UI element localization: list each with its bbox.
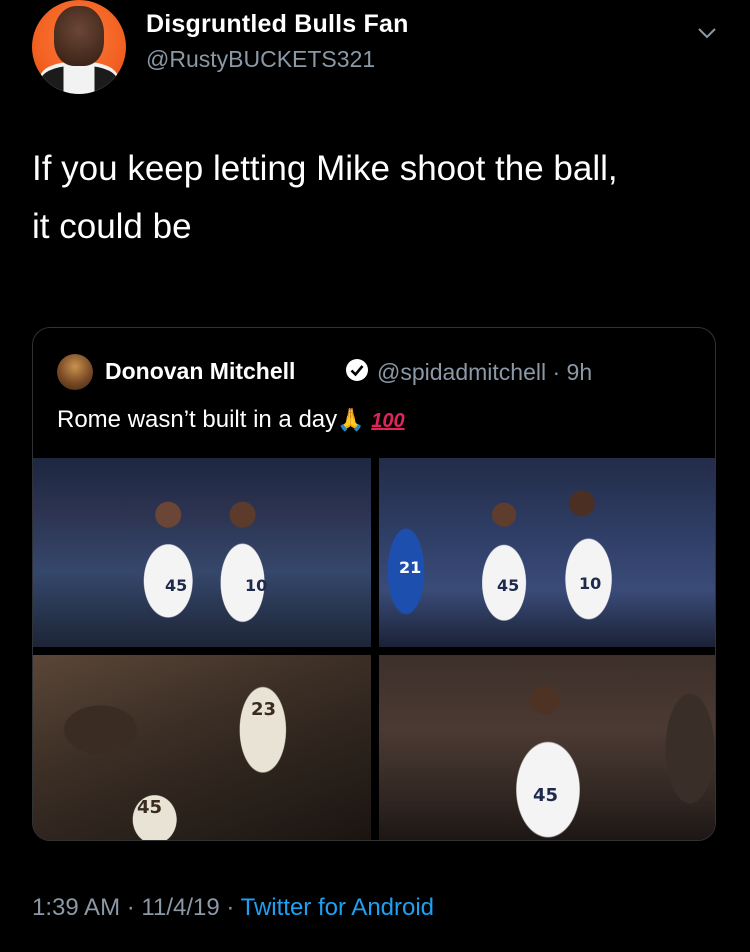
tweet-source-link[interactable]: Twitter for Android: [241, 894, 434, 921]
tweet-time: 1:39 AM: [32, 894, 121, 921]
separator-dot: ·: [126, 894, 135, 921]
author-handle[interactable]: @RustyBUCKETS321: [146, 46, 375, 73]
jersey-number: 10: [579, 574, 602, 593]
chevron-down-icon[interactable]: [696, 22, 718, 44]
jersey-number: 45: [533, 785, 559, 806]
photo-grid: 45 10 21 45 10 23 45 45: [33, 458, 715, 840]
quoted-author-handle-time: @spidadmitchell · 9h: [377, 359, 593, 385]
praying-hands-emoji: 🙏: [337, 407, 365, 432]
tweet-footer: 1:39 AM · 11/4/19 · Twitter for Android: [32, 894, 434, 922]
jersey-number: 21: [399, 558, 422, 577]
author-avatar[interactable]: [32, 0, 126, 94]
quoted-tweet-card[interactable]: Donovan Mitchell @spidadmitchell · 9h Ro…: [32, 327, 716, 841]
photo-1[interactable]: 45 10: [33, 458, 371, 647]
photo-3[interactable]: 23 45: [33, 655, 371, 840]
jersey-number: 45: [137, 797, 163, 818]
photo-2[interactable]: 21 45 10: [379, 458, 715, 647]
quoted-author-name: Donovan Mitchell: [105, 358, 296, 384]
quoted-tweet-text: Rome wasn’t built in a day🙏 100: [57, 406, 405, 434]
jersey-number: 10: [245, 576, 268, 595]
jersey-number: 23: [251, 699, 277, 720]
jersey-number: 45: [497, 576, 520, 595]
separator-dot: ·: [226, 894, 235, 921]
avatar-suit: [40, 66, 118, 94]
verified-badge-icon: [346, 359, 368, 381]
tweet-text: If you keep letting Mike shoot the ball,…: [32, 140, 722, 256]
avatar-face: [54, 6, 104, 66]
tweet-date: 11/4/19: [141, 894, 220, 921]
quoted-tweet-text-body: Rome wasn’t built in a day: [57, 406, 338, 433]
author-display-name[interactable]: Disgruntled Bulls Fan: [146, 10, 409, 39]
tweet-text-line-1: If you keep letting Mike shoot the ball,: [32, 149, 618, 188]
tweet-text-line-2: it could be: [32, 207, 192, 246]
hundred-points-emoji: 100: [371, 410, 405, 432]
jersey-number: 45: [165, 576, 188, 595]
photo-4[interactable]: 45: [379, 655, 715, 840]
tweet-header: Disgruntled Bulls Fan @RustyBUCKETS321: [32, 0, 732, 100]
quoted-author-avatar: [57, 354, 93, 390]
